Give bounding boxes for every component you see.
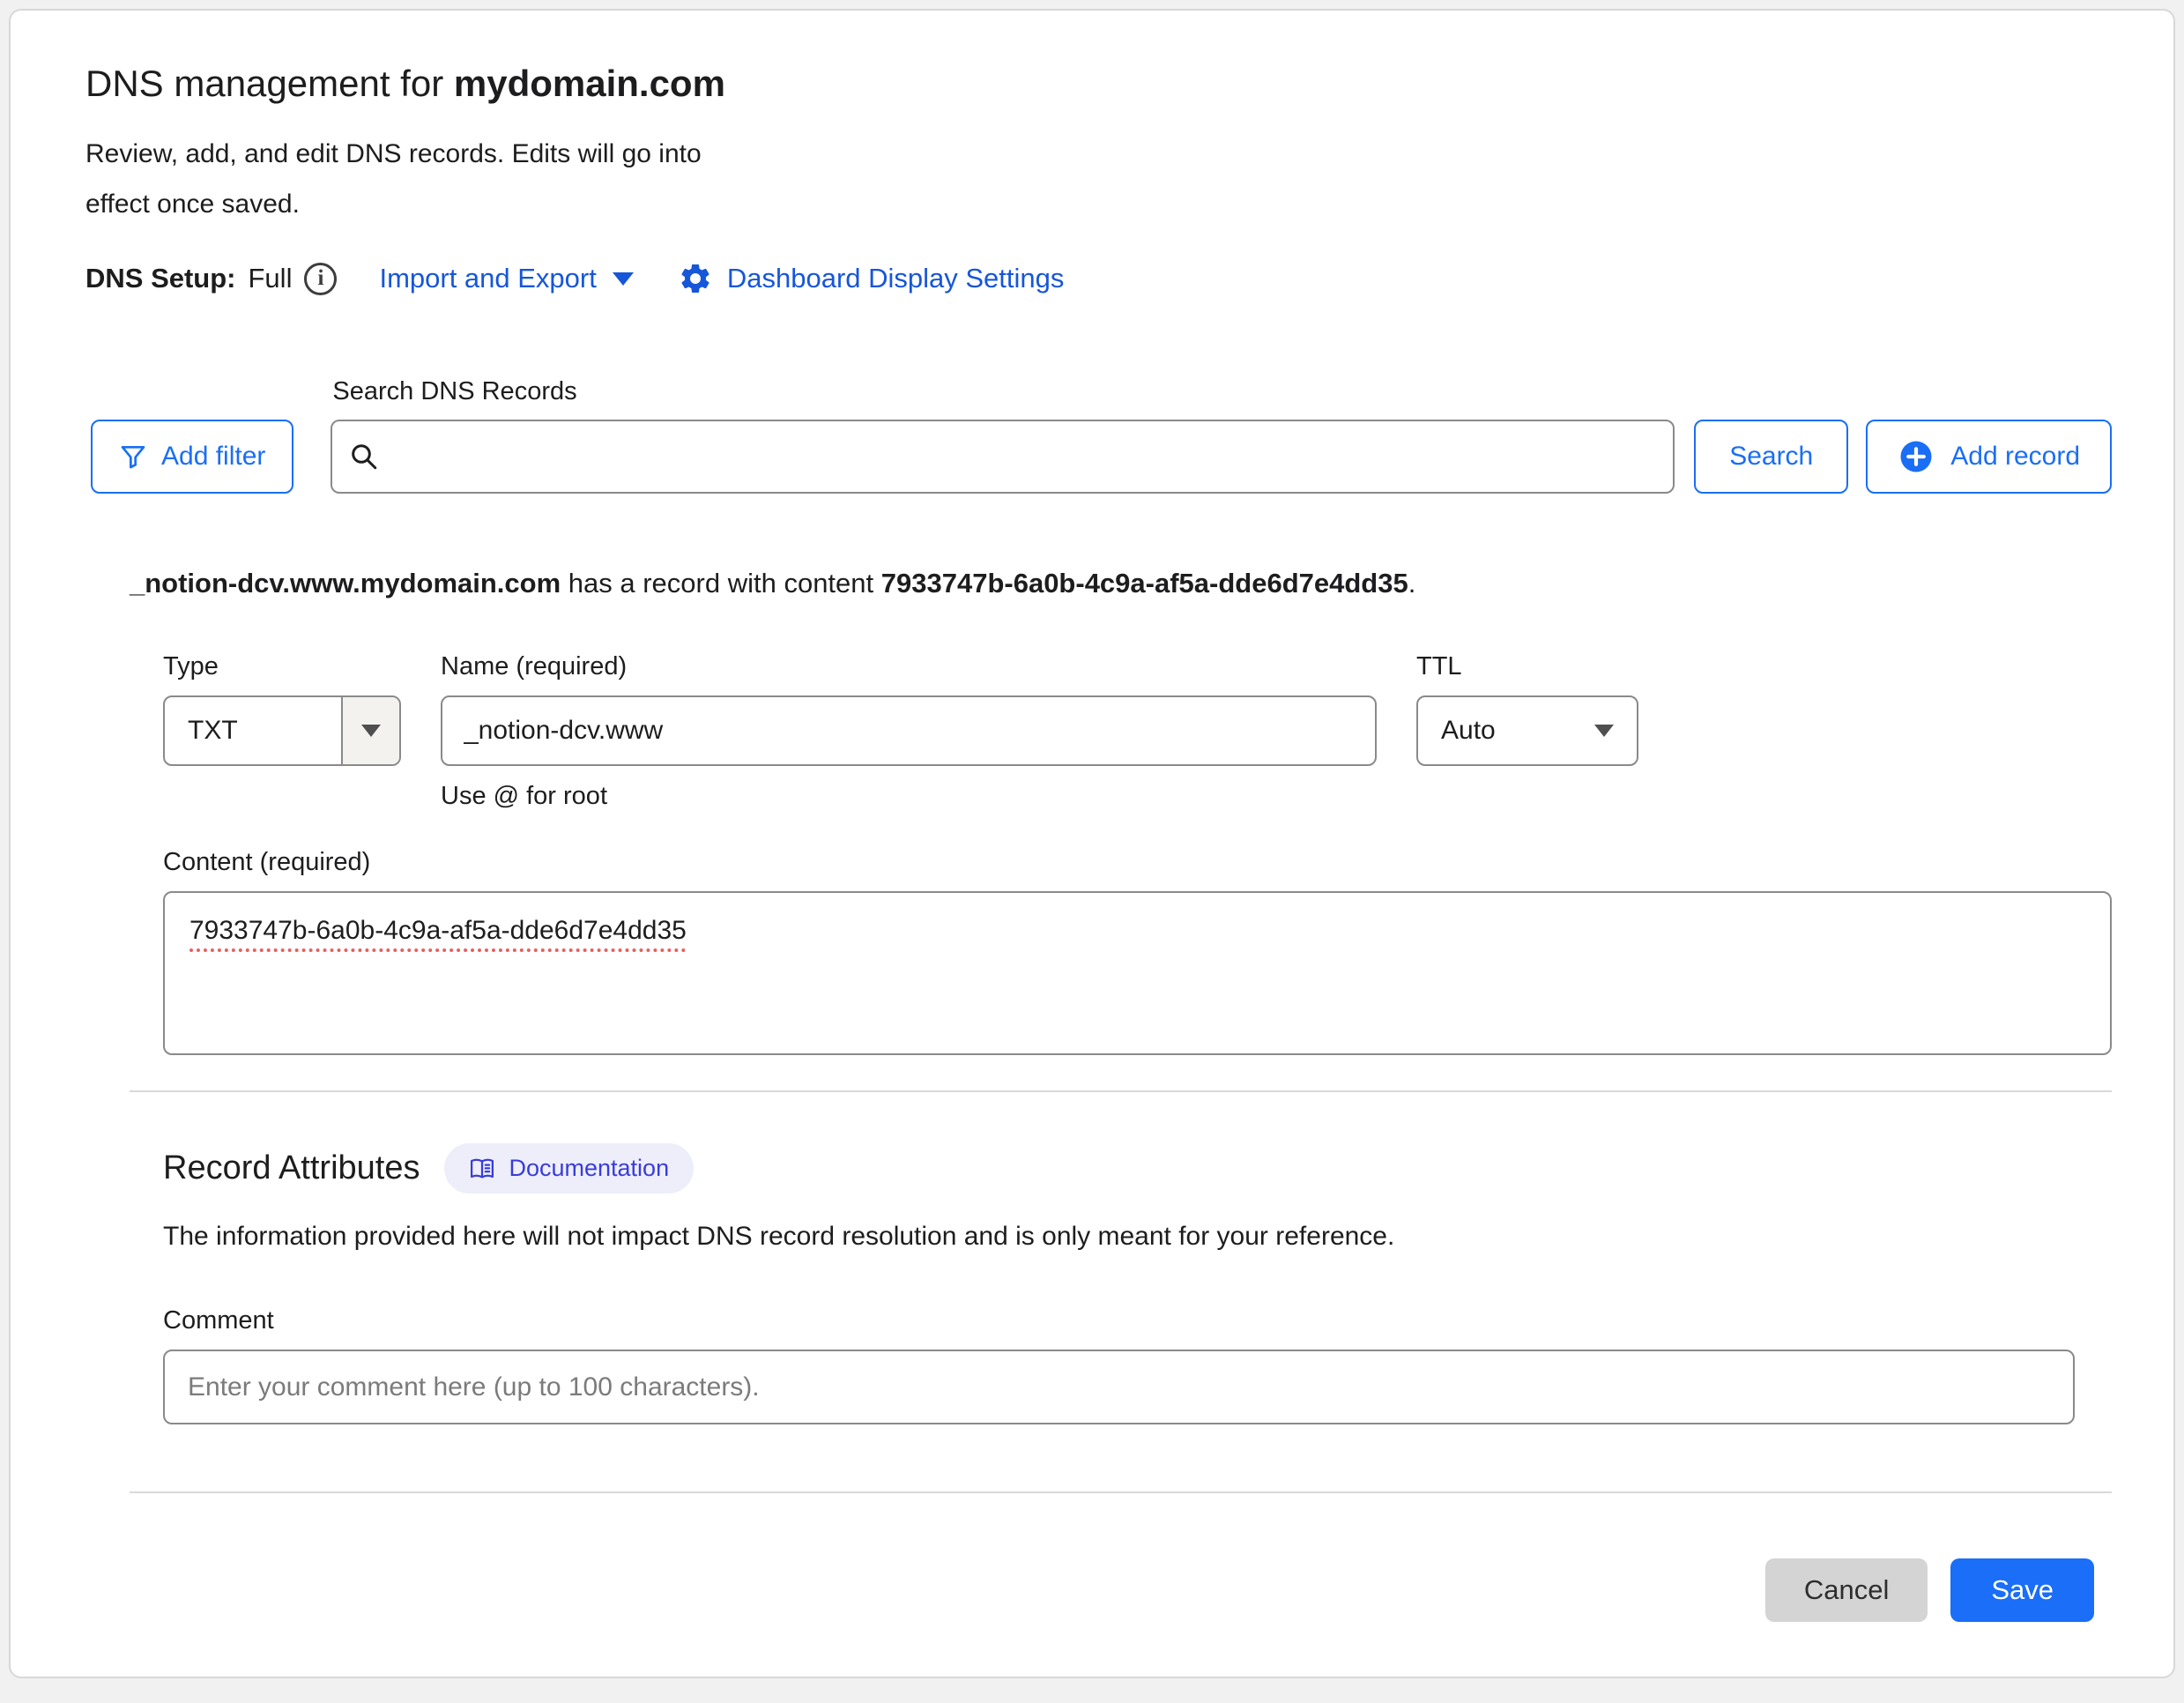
- cancel-button[interactable]: Cancel: [1765, 1558, 1928, 1622]
- content-textarea[interactable]: 7933747b-6a0b-4c9a-af5a-dde6d7e4dd35: [163, 891, 2112, 1055]
- page-title-domain: mydomain.com: [454, 63, 725, 104]
- record-form: Type TXT Name (required) Use @ for root …: [130, 652, 2112, 1055]
- name-label: Name (required): [441, 652, 1377, 681]
- page-title-prefix: DNS management for: [85, 63, 454, 104]
- type-field-group: Type TXT: [163, 652, 401, 811]
- section-divider: [130, 1090, 2112, 1092]
- ttl-select-value: Auto: [1418, 697, 1594, 764]
- search-input-wrap: [331, 420, 1675, 494]
- import-export-label: Import and Export: [379, 263, 596, 294]
- plus-circle-icon: [1898, 438, 1935, 475]
- ttl-label: TTL: [1416, 652, 1638, 681]
- footer-actions: Cancel Save: [130, 1558, 2112, 1622]
- book-icon: [469, 1156, 495, 1182]
- search-group: Search DNS Records: [331, 377, 1675, 494]
- add-record-button[interactable]: Add record: [1866, 420, 2112, 494]
- type-label: Type: [163, 652, 401, 681]
- content-field-group: Content (required) 7933747b-6a0b-4c9a-af…: [163, 848, 2112, 1055]
- name-field-group: Name (required) Use @ for root: [441, 652, 1377, 811]
- page-subtitle: Review, add, and edit DNS records. Edits…: [85, 129, 711, 229]
- dns-setup-label: DNS Setup:: [85, 263, 236, 294]
- dns-management-panel: DNS management for mydomain.com Review, …: [9, 9, 2175, 1678]
- footer-divider: [130, 1491, 2112, 1493]
- record-notice-name: _notion-dcv.www.mydomain.com: [130, 568, 561, 599]
- gear-icon: [678, 261, 713, 296]
- attributes-heading-row: Record Attributes Documentation: [163, 1143, 2112, 1194]
- ttl-field-group: TTL Auto: [1416, 652, 1638, 811]
- record-editor: _notion-dcv.www.mydomain.com has a recor…: [130, 564, 2112, 1622]
- attributes-description: The information provided here will not i…: [163, 1222, 2112, 1252]
- record-form-row: Type TXT Name (required) Use @ for root …: [163, 652, 2112, 811]
- search-icon: [348, 441, 380, 472]
- record-notice: _notion-dcv.www.mydomain.com has a recor…: [130, 564, 2112, 603]
- add-filter-label: Add filter: [161, 442, 265, 472]
- search-button[interactable]: Search: [1694, 420, 1848, 494]
- dashboard-display-settings-link[interactable]: Dashboard Display Settings: [678, 261, 1065, 296]
- name-input[interactable]: [441, 695, 1377, 766]
- add-record-label: Add record: [1950, 442, 2080, 472]
- content-label: Content (required): [163, 848, 2112, 877]
- page-title: DNS management for mydomain.com: [85, 62, 2112, 106]
- search-button-label: Search: [1729, 442, 1813, 472]
- record-attributes-section: Record Attributes Documentation The info…: [130, 1143, 2112, 1424]
- documentation-label: Documentation: [509, 1155, 669, 1182]
- import-export-button[interactable]: Import and Export: [379, 263, 633, 294]
- attributes-heading: Record Attributes: [163, 1149, 420, 1187]
- comment-label: Comment: [163, 1306, 2112, 1335]
- chevron-down-icon: [613, 272, 634, 286]
- comment-input[interactable]: [163, 1350, 2075, 1424]
- ttl-select-arrow-area: [1594, 697, 1637, 764]
- type-select-value: TXT: [165, 697, 341, 764]
- search-label: Search DNS Records: [332, 377, 1675, 406]
- chevron-down-icon: [1594, 725, 1614, 737]
- search-input[interactable]: [331, 420, 1675, 494]
- chevron-down-icon: [361, 725, 381, 737]
- add-filter-button[interactable]: Add filter: [91, 420, 293, 494]
- dns-setup-row: DNS Setup: Full i Import and Export Dash…: [85, 261, 2112, 296]
- record-notice-content: 7933747b-6a0b-4c9a-af5a-dde6d7e4dd35: [881, 568, 1408, 599]
- dns-setup-value: Full: [249, 263, 293, 294]
- type-select[interactable]: TXT: [163, 695, 401, 766]
- info-icon[interactable]: i: [304, 263, 337, 295]
- dashboard-display-settings-label: Dashboard Display Settings: [727, 263, 1065, 294]
- content-value: 7933747b-6a0b-4c9a-af5a-dde6d7e4dd35: [189, 916, 687, 945]
- record-notice-suffix: .: [1408, 568, 1416, 599]
- documentation-link[interactable]: Documentation: [444, 1143, 694, 1194]
- ttl-select[interactable]: Auto: [1416, 695, 1638, 766]
- type-select-arrow-area[interactable]: [341, 697, 399, 764]
- record-notice-middle: has a record with content: [561, 568, 881, 599]
- save-button[interactable]: Save: [1950, 1558, 2094, 1622]
- name-help-text: Use @ for root: [441, 782, 1377, 811]
- search-toolbar: Add filter Search DNS Records Search Add…: [85, 377, 2112, 494]
- funnel-icon: [119, 442, 147, 471]
- comment-field-group: Comment: [163, 1306, 2112, 1424]
